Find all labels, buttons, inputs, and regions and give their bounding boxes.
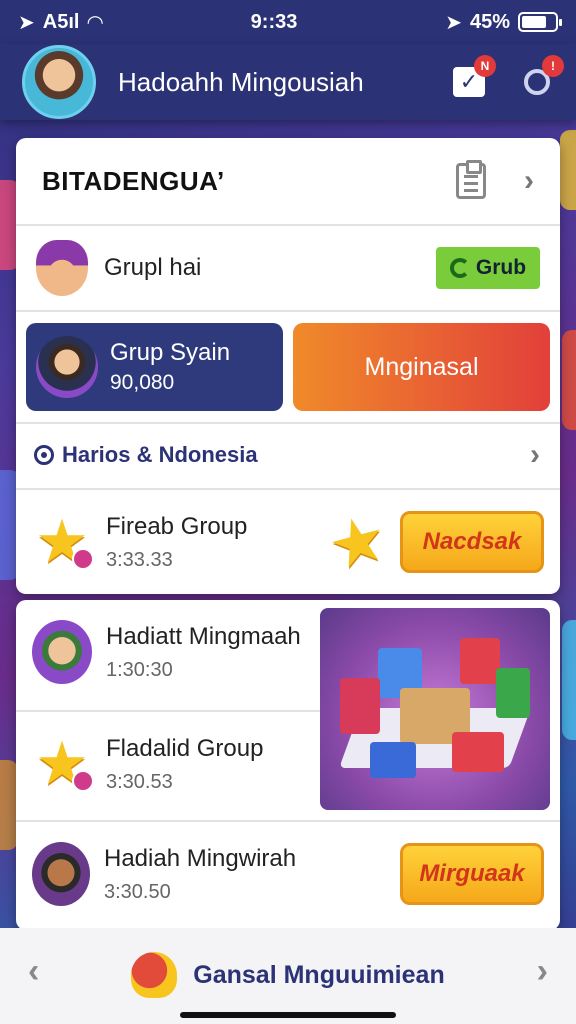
nacdsak-button[interactable]: Nacdsak [400, 511, 544, 573]
star-icon: ★ [320, 499, 395, 584]
group-row: Grupl hai Grub [16, 226, 560, 310]
bottom-bar: ‹ Gansal Mnguuimiean › [0, 928, 576, 1024]
chevron-left-icon[interactable]: ‹ [28, 952, 39, 991]
event-title: Fireab Group [106, 512, 248, 540]
alert-badge: ! [542, 55, 564, 77]
wifi-icon: ◠ [87, 11, 103, 34]
card-title: BITADENGUA’ [42, 165, 225, 196]
profile-tile[interactable]: Grup Syain 90,080 [26, 323, 284, 411]
block-shape [452, 732, 504, 772]
location-arrow-icon: ➤ [18, 11, 35, 34]
mirguaak-button[interactable]: Mirguaak [400, 843, 544, 905]
grub-button-label: Grub [475, 256, 527, 279]
grub-button[interactable]: Grub [436, 247, 540, 289]
group-avatar [36, 240, 88, 296]
chevron-right-icon[interactable]: › [530, 438, 540, 472]
main-card: BITADENGUA’ › Grupl hai Grub Grup Syain … [16, 138, 560, 594]
background-tile [562, 620, 576, 740]
block-shape [340, 678, 380, 734]
block-shape [496, 668, 530, 718]
page-title: Hadoahh Mingousiah [118, 66, 364, 97]
mnginasal-button[interactable]: Mnginasal [293, 323, 550, 411]
event-row: ★ Fireab Group 3:33.33 ★ Nacdsak [16, 490, 560, 594]
settings-button[interactable]: ! [520, 55, 564, 99]
refresh-icon [449, 258, 470, 278]
chevron-right-icon[interactable]: › [524, 164, 534, 198]
event-time: 3:33.33 [106, 548, 173, 571]
profile-score: 90,080 [110, 371, 175, 394]
list-card: Hadiatt Mingmaah 1:30:30 ★ Fladalid Grou… [16, 600, 560, 930]
background-tile [562, 330, 576, 430]
player-avatar [32, 842, 90, 906]
clock: 9::33 [250, 10, 298, 33]
notification-badge: N [474, 55, 496, 77]
card-title-row[interactable]: BITADENGUA’ › [16, 138, 560, 224]
location-icon [34, 445, 54, 465]
region-row[interactable]: Harios & Ndonesia › [16, 422, 560, 488]
clipboard-icon[interactable] [456, 160, 486, 199]
promo-row: Grup Syain 90,080 Mnginasal [16, 322, 560, 412]
status-bar: ➤ A5ıl ◠ 9::33 ➤ 45% [0, 0, 576, 44]
home-indicator[interactable] [180, 1012, 396, 1018]
badge-icon [72, 548, 94, 570]
list-item: Hadiah Mingwirah 3:30.50 Mirguaak [16, 822, 560, 926]
block-shape [370, 742, 416, 778]
game-art-image [320, 608, 550, 810]
bottom-label: Gansal Mnguuimiean [193, 960, 445, 989]
star-icon: ★ [32, 734, 94, 794]
profile-avatar [36, 336, 98, 398]
background-tile [560, 130, 576, 210]
trumpet-icon [131, 952, 178, 998]
carrier-label: A5ıl [42, 10, 80, 33]
profile-name: Grup Syain [110, 339, 231, 366]
item-time: 3:30.50 [104, 880, 171, 903]
navigation-icon: ➤ [445, 11, 462, 34]
player-avatar [32, 620, 92, 684]
star-icon: ★ [32, 512, 94, 572]
battery-percent: 45% [469, 10, 510, 33]
app-header: Hadoahh Mingousiah ✓ N ! [0, 44, 576, 120]
group-label: Grupl hai [104, 254, 202, 281]
region-label: Harios & Ndonesia [62, 442, 258, 467]
badge-icon [72, 770, 94, 792]
chevron-right-icon[interactable]: › [537, 952, 548, 991]
item-title: Hadiah Mingwirah [104, 844, 297, 872]
bottom-action[interactable]: Gansal Mnguuimiean [131, 952, 445, 998]
divider [16, 310, 560, 312]
battery-icon [518, 12, 562, 32]
tasks-button[interactable]: ✓ N [452, 55, 496, 99]
user-avatar[interactable] [22, 45, 96, 119]
block-shape [460, 638, 500, 684]
